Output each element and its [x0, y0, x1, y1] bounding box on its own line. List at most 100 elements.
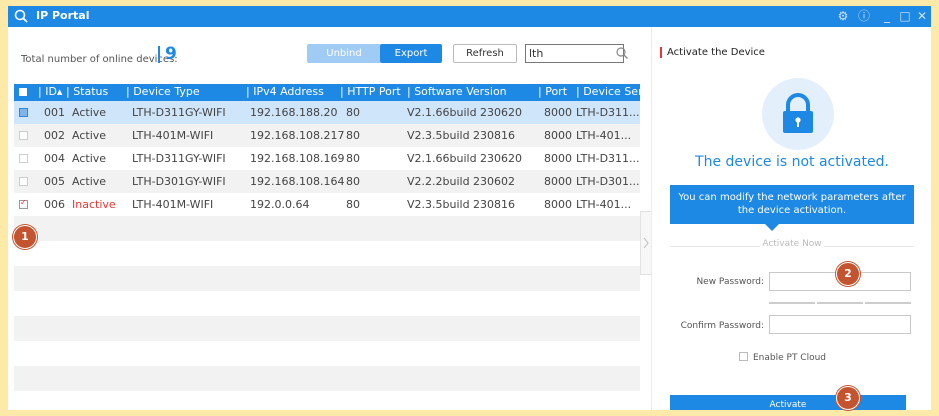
table-row[interactable]: 004 Active LTH-D311GY-WIFI 192.168.108.1…: [14, 147, 640, 170]
device-list-panel: Total number of online devices: 9 Unbind…: [8, 27, 652, 410]
cell-port: 8000: [544, 175, 572, 188]
cell-device-type: LTH-401M-WIFI: [132, 129, 214, 142]
cell-status: Active: [72, 152, 107, 165]
table-row[interactable]: ✓ 006 Inactive LTH-401M-WIFI 192.0.0.64 …: [14, 193, 640, 216]
row-checkbox[interactable]: [19, 108, 28, 117]
cell-port: 8000: [544, 152, 572, 165]
cell-port: 8000: [544, 129, 572, 142]
empty-row: [14, 366, 640, 391]
app-window: IP Portal ⚙ ⓘ _ □ ✕ Total number of onli…: [8, 6, 931, 410]
header-port[interactable]: | Port: [538, 85, 567, 98]
checkbox-box[interactable]: [739, 352, 748, 361]
unbind-button[interactable]: Unbind: [307, 44, 381, 63]
cell-device-type: LTH-401M-WIFI: [132, 198, 214, 211]
empty-row: [14, 316, 640, 341]
maximize-icon[interactable]: □: [897, 8, 913, 24]
search-input[interactable]: lth: [525, 44, 624, 63]
cell-id: 006: [44, 198, 65, 211]
cell-id: 005: [44, 175, 65, 188]
online-count-value: 9: [158, 46, 177, 63]
row-checkbox[interactable]: [19, 154, 28, 163]
cell-ipv4: 192.0.0.64: [250, 198, 310, 211]
cell-http-port: 80: [346, 175, 360, 188]
cell-software-version: V2.3.5build 230816: [407, 198, 516, 211]
cell-device-type: LTH-D311GY-WIFI: [132, 106, 226, 119]
cell-http-port: 80: [346, 152, 360, 165]
tip-arrow: [765, 224, 779, 231]
password-strength-bar: [817, 302, 863, 304]
cell-id: 002: [44, 129, 65, 142]
cell-port: 8000: [544, 198, 572, 211]
cell-serial: LTH-D301...: [576, 175, 640, 188]
row-checkbox[interactable]: [19, 177, 28, 186]
search-icon[interactable]: [615, 46, 629, 60]
header-id[interactable]: | ID▴: [38, 85, 62, 98]
cell-serial: LTH-401...: [576, 129, 632, 142]
pt-cloud-label: Enable PT Cloud: [753, 353, 827, 363]
gear-icon[interactable]: ⚙: [835, 8, 851, 24]
cell-status: Inactive: [72, 198, 116, 211]
header-status[interactable]: | Status: [66, 85, 108, 98]
header-http-port[interactable]: | HTTP Port: [340, 85, 401, 98]
device-table: | ID▴ | Status | Device Type | IPv4 Addr…: [14, 84, 652, 391]
toolbar: Total number of online devices: 9 Unbind…: [8, 27, 640, 69]
cell-http-port: 80: [346, 106, 360, 119]
table-row[interactable]: 001 Active LTH-D311GY-WIFI 192.168.188.2…: [14, 101, 640, 124]
export-button[interactable]: Export: [380, 44, 442, 63]
enable-pt-cloud-checkbox[interactable]: Enable PT Cloud: [739, 352, 826, 363]
minimize-icon[interactable]: _: [879, 8, 895, 24]
activation-status-text: The device is not activated.: [695, 154, 889, 170]
empty-row: [14, 341, 640, 366]
collapse-panel-toggle[interactable]: [640, 211, 651, 275]
lock-icon-container: [762, 78, 834, 150]
step-badge-3: 3: [836, 386, 860, 410]
activate-button[interactable]: Activate: [670, 395, 906, 410]
empty-row: [14, 291, 640, 316]
cell-id: 004: [44, 152, 65, 165]
cell-ipv4: 192.168.188.20: [250, 106, 338, 119]
cell-device-type: LTH-D311GY-WIFI: [132, 152, 226, 165]
cell-status: Active: [72, 175, 107, 188]
select-all-checkbox[interactable]: [19, 88, 27, 96]
confirm-password-field[interactable]: [769, 315, 911, 334]
header-device-serial[interactable]: | Device Ser...: [576, 85, 652, 98]
table-row[interactable]: 002 Active LTH-401M-WIFI 192.168.108.217…: [14, 124, 640, 147]
new-password-label: New Password:: [696, 277, 764, 287]
table-row[interactable]: 005 Active LTH-D301GY-WIFI 192.168.108.1…: [14, 170, 640, 193]
cell-ipv4: 192.168.108.164: [250, 175, 345, 188]
info-icon[interactable]: ⓘ: [856, 8, 872, 24]
cell-ipv4: 192.168.108.169: [250, 152, 345, 165]
cell-serial: LTH-D311...: [576, 106, 640, 119]
cell-port: 8000: [544, 106, 572, 119]
cell-software-version: V2.1.66build 230620: [407, 106, 523, 119]
cell-serial: LTH-D311...: [576, 152, 640, 165]
app-logo-icon: [14, 9, 28, 23]
row-checkbox[interactable]: [19, 131, 28, 140]
lock-icon: [783, 93, 813, 133]
activation-panel: Activate the Device The device is not ac…: [651, 27, 931, 410]
title-bar: IP Portal ⚙ ⓘ _ □ ✕: [8, 6, 931, 27]
cell-software-version: V2.2.2build 230602: [407, 175, 516, 188]
cell-http-port: 80: [346, 129, 360, 142]
app-title: IP Portal: [36, 9, 90, 22]
online-count-label: Total number of online devices:: [21, 54, 178, 65]
refresh-button[interactable]: Refresh: [453, 44, 517, 63]
cell-serial: LTH-401...: [576, 198, 632, 211]
empty-row: [14, 216, 640, 241]
cell-http-port: 80: [346, 198, 360, 211]
step-badge-1: 1: [13, 225, 37, 249]
row-checkbox[interactable]: ✓: [19, 198, 28, 209]
cell-ipv4: 192.168.108.217: [250, 129, 345, 142]
cell-device-type: LTH-D301GY-WIFI: [132, 175, 226, 188]
header-device-type[interactable]: | Device Type: [126, 85, 200, 98]
header-ipv4[interactable]: | IPv4 Address: [246, 85, 324, 98]
header-software-version[interactable]: | Software Version: [407, 85, 507, 98]
empty-row: [14, 266, 640, 291]
activation-tip: You can modify the network parameters af…: [670, 185, 914, 224]
close-icon[interactable]: ✕: [914, 8, 930, 24]
panel-title: Activate the Device: [660, 47, 765, 58]
confirm-password-label: Confirm Password:: [680, 321, 764, 331]
cell-status: Active: [72, 129, 107, 142]
cell-id: 001: [44, 106, 65, 119]
table-header: | ID▴ | Status | Device Type | IPv4 Addr…: [14, 84, 652, 101]
